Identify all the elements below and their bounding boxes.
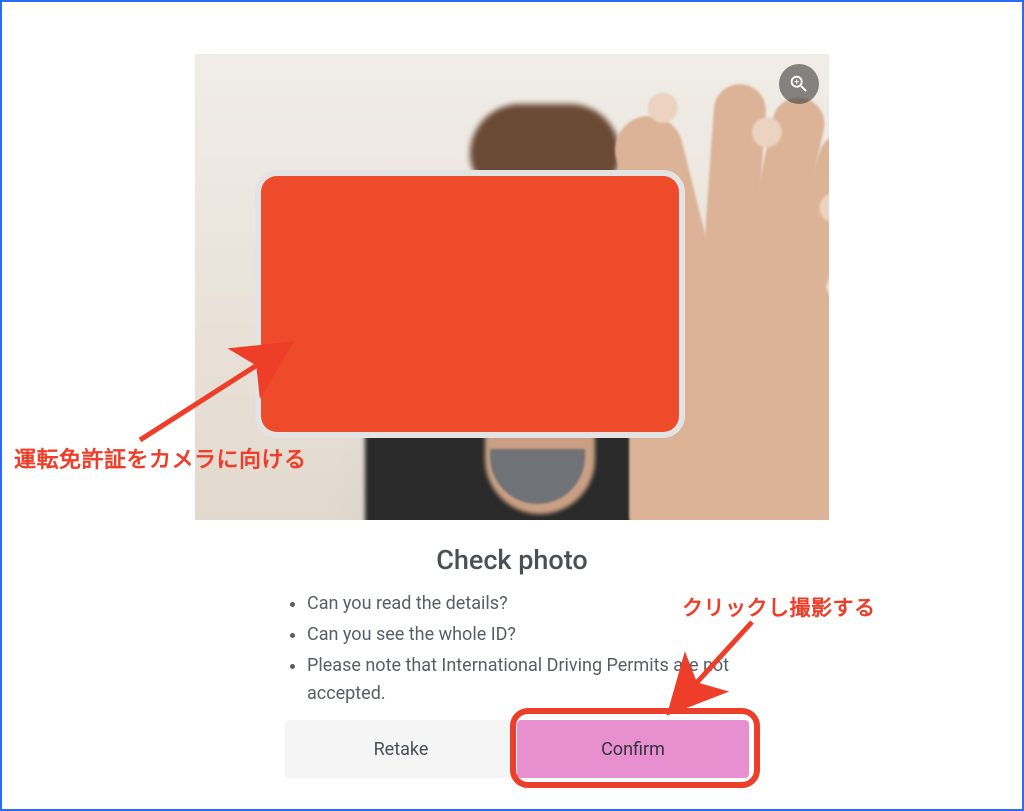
checklist-item: Can you see the whole ID? [307, 621, 775, 650]
redaction-block [261, 176, 679, 432]
id-card-redacted [255, 170, 685, 438]
tutorial-frame: Check photo Can you read the details? Ca… [0, 0, 1024, 811]
annotation-click-capture: クリックし撮影する [682, 592, 876, 622]
checklist-item: Please note that International Driving P… [307, 652, 775, 710]
zoom-in-icon [788, 73, 810, 95]
confirm-button-label: Confirm [601, 739, 665, 760]
annotation-point-camera: 運転免許証をカメラに向ける [14, 442, 307, 474]
action-buttons: Retake Confirm [285, 720, 749, 778]
retake-button-label: Retake [374, 739, 429, 760]
zoom-in-button[interactable] [779, 64, 819, 104]
retake-button[interactable]: Retake [285, 720, 517, 778]
confirm-button[interactable]: Confirm [517, 720, 749, 778]
page-title: Check photo [2, 544, 1022, 576]
